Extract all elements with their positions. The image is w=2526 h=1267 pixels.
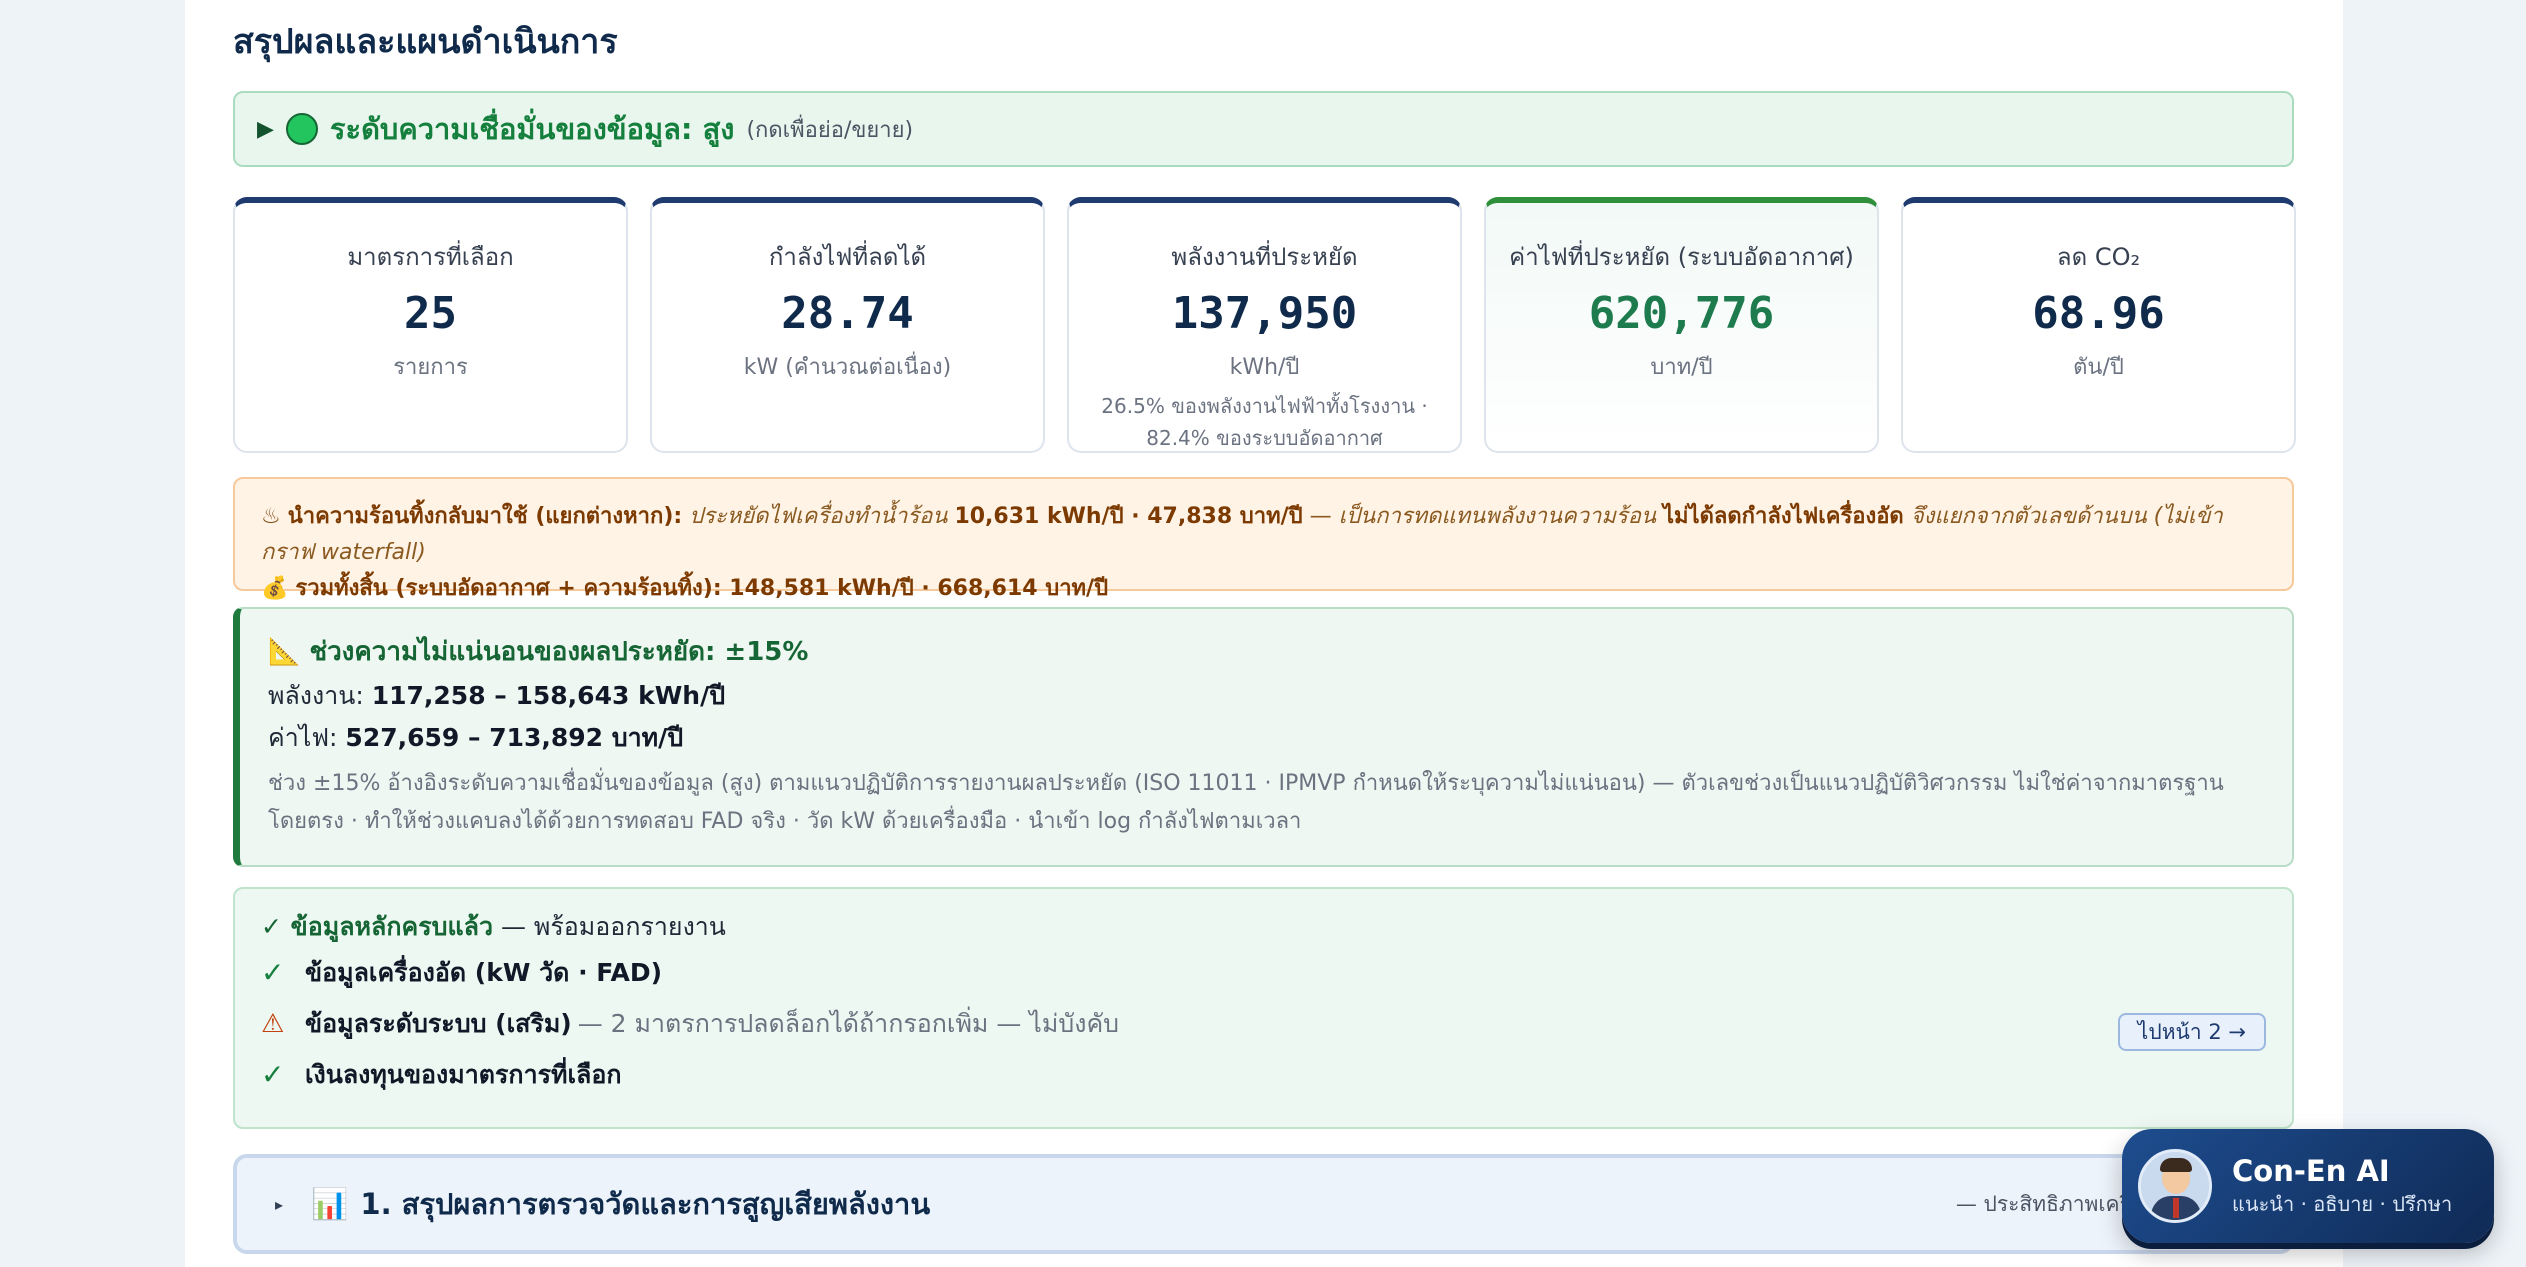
data-ready-text: — พร้อมออกรายงาน: [500, 912, 726, 941]
uncertainty-energy: พลังงาน: 117,258 – 158,643 kWh/ปี: [268, 675, 2264, 717]
item-label: เงินลงทุนของมาตรการที่เลือก: [305, 1059, 622, 1089]
data-ok-text: ✓ ข้อมูลหลักครบแล้ว: [261, 912, 493, 941]
metric-label: ลด CO₂: [2056, 243, 2141, 271]
goto-page-2-button[interactable]: ไปหน้า 2 →: [2117, 1013, 2266, 1051]
metric-unit: ตัน/ปี: [2073, 355, 2124, 380]
triangle-ruler-icon: 📐: [268, 637, 301, 667]
metric-label: ค่าไฟที่ประหยัด (ระบบอัดอากาศ): [1509, 243, 1854, 271]
metric-value: 137,950: [1171, 288, 1358, 339]
uncertainty-cost: ค่าไฟ: 527,659 – 713,892 บาท/ปี: [268, 717, 2264, 759]
status-dot-icon: [285, 113, 318, 145]
item-label: ข้อมูลระดับระบบ (เสริม): [305, 1008, 572, 1038]
list-item: ✓ เงินลงทุนของมาตรการที่เลือก: [261, 1049, 2266, 1100]
triangle-right-icon: ▶: [257, 116, 274, 142]
data-status-head: ✓ ข้อมูลหลักครบแล้ว — พร้อมออกรายงาน: [261, 907, 2266, 947]
list-item: ✓ ข้อมูลเครื่องอัด (kW วัด · FAD): [261, 947, 2266, 998]
confidence-hint: (กดเพื่อย่อ/ขยาย): [746, 117, 914, 143]
heat-total-line: 💰 รวมทั้งสิ้น (ระบบอัดอากาศ + ความร้อนทิ…: [261, 571, 2266, 607]
triangle-right-icon: ▸: [275, 1194, 284, 1214]
heat-emph: ไม่ได้ลดกำลังไฟเครื่องอัด: [1662, 504, 1904, 529]
metric-card-cost: ค่าไฟที่ประหยัด (ระบบอัดอากาศ) 620,776 บ…: [1484, 197, 1879, 453]
confidence-toggle[interactable]: ▶ ระดับความเชื่อมั่นของข้อมูล: สูง (กดเพ…: [233, 91, 2294, 167]
heat-lead: นำความร้อนทิ้งกลับมาใช้ (แยกต่างหาก):: [287, 504, 683, 529]
chat-tagline: แนะนำ · อธิบาย · ปรึกษา: [2232, 1192, 2453, 1216]
metric-card-co2: ลด CO₂ 68.96 ตัน/ปี: [1901, 197, 2296, 453]
heat-desc2: — เป็นการทดแทนพลังงานความร้อน: [1309, 504, 1656, 529]
metric-card-power: กำลังไฟที่ลดได้ 28.74 kW (คำนวณต่อเนื่อง…: [650, 197, 1045, 453]
metric-label: พลังงานที่ประหยัด: [1171, 243, 1358, 271]
metric-label: มาตรการที่เลือก: [347, 243, 514, 271]
check-icon: ✓: [261, 1058, 285, 1091]
heat-recovery-box: ♨ นำความร้อนทิ้งกลับมาใช้ (แยกต่างหาก): …: [233, 477, 2294, 601]
uncertainty-note: ช่วง ±15% อ้างอิงระดับความเชื่อมั่นของข้…: [268, 771, 2224, 834]
list-item: ⚠ ข้อมูลระดับระบบ (เสริม) — 2 มาตรการปลด…: [261, 998, 2266, 1049]
metric-unit: รายการ: [393, 355, 468, 380]
avatar: [2138, 1149, 2212, 1223]
heat-kwh: 10,631 kWh/ปี · 47,838 บาท/ปี: [954, 504, 1303, 529]
energy-range: 117,258 – 158,643 kWh/ปี: [371, 681, 726, 710]
cost-range: 527,659 – 713,892 บาท/ปี: [345, 723, 684, 752]
item-sub: — 2 มาตรการปลดล็อกได้ถ้ากรอกเพิ่ม — ไม่บ…: [577, 1008, 1120, 1038]
metric-value: 620,776: [1588, 288, 1775, 339]
section-title: 1. สรุปผลการตรวจวัดและการสูญเสียพลังงาน: [360, 1187, 931, 1221]
chat-name: Con-En AI: [2232, 1154, 2390, 1188]
metric-value: 68.96: [2032, 288, 2165, 339]
money-bag-icon: 💰: [261, 576, 289, 601]
uncertainty-title: 📐 ช่วงความไม่แน่นอนของผลประหยัด: ±15%: [268, 629, 2264, 675]
hot-springs-icon: ♨: [261, 504, 281, 529]
metric-unit: kW (คำนวณต่อเนื่อง): [743, 355, 952, 380]
metric-unit: บาท/ปี: [1650, 355, 1713, 380]
uncertainty-box: 📐 ช่วงความไม่แน่นอนของผลประหยัด: ±15% พล…: [233, 607, 2294, 867]
metric-cards: มาตรการที่เลือก 25 รายการ กำลังไฟที่ลดได…: [233, 197, 2296, 453]
page-container: สรุปผลและแผนดำเนินการ ▶ ระดับความเชื่อมั…: [185, 0, 2343, 1267]
section-1-header[interactable]: ▸ 📊 1. สรุปผลการตรวจวัดและการสูญเสียพลัง…: [233, 1154, 2294, 1254]
item-label: ข้อมูลเครื่องอัด (kW วัด · FAD): [305, 957, 663, 987]
metric-unit: kWh/ปี: [1229, 355, 1300, 380]
metric-label: กำลังไฟที่ลดได้: [768, 243, 927, 271]
data-status-box: ✓ ข้อมูลหลักครบแล้ว — พร้อมออกรายงาน ✓ ข…: [233, 887, 2294, 1129]
metric-card-energy: พลังงานที่ประหยัด 137,950 kWh/ปี 26.5% ข…: [1067, 197, 1462, 453]
metric-card-measures: มาตรการที่เลือก 25 รายการ: [233, 197, 628, 453]
heat-desc1: ประหยัดไฟเครื่องทำน้ำร้อน: [689, 504, 948, 529]
page-title: สรุปผลและแผนดำเนินการ: [233, 22, 618, 62]
warning-icon: ⚠: [261, 1008, 285, 1039]
energy-label: พลังงาน:: [268, 681, 364, 710]
metric-value: 25: [404, 288, 457, 339]
chat-assistant-button[interactable]: Con-En AI แนะนำ · อธิบาย · ปรึกษา: [2122, 1129, 2494, 1243]
confidence-text: ระดับความเชื่อมั่นของข้อมูล: สูง: [329, 112, 735, 146]
chat-text: Con-En AI แนะนำ · อธิบาย · ปรึกษา: [2232, 1153, 2452, 1219]
metric-note: 26.5% ของพลังงานไฟฟ้าทั้งโรงงาน · 82.4% …: [1101, 394, 1428, 450]
heat-recovery-line: ♨ นำความร้อนทิ้งกลับมาใช้ (แยกต่างหาก): …: [261, 499, 2266, 571]
metric-value: 28.74: [781, 288, 914, 339]
cost-label: ค่าไฟ:: [268, 723, 338, 752]
heat-total: รวมทั้งสิ้น (ระบบอัดอากาศ + ความร้อนทิ้ง…: [295, 576, 1109, 601]
uncertainty-title-text: ช่วงความไม่แน่นอนของผลประหยัด: ±15%: [309, 637, 809, 667]
check-icon: ✓: [261, 956, 285, 989]
bar-chart-icon: 📊: [311, 1186, 349, 1222]
